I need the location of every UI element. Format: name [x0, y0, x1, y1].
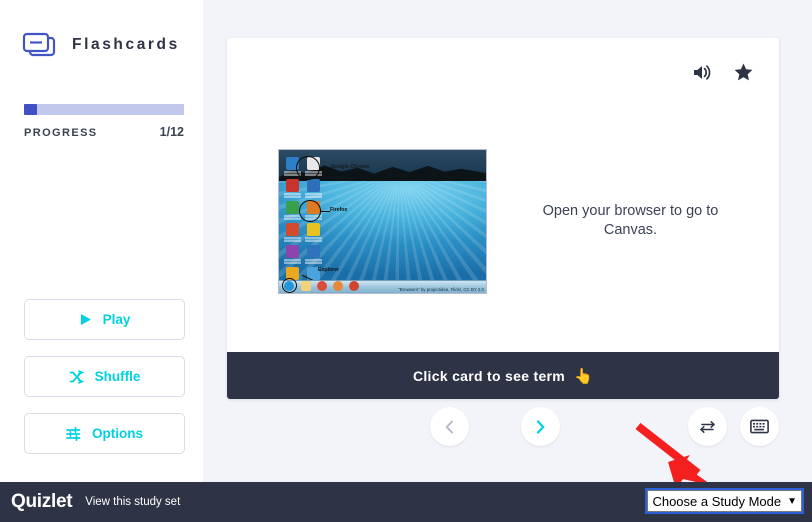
chrome-leader	[320, 167, 331, 169]
flashcards-stack-icon	[22, 32, 56, 58]
sidebar: Flashcards PROGRESS 1/12 Play Shuffle Op…	[0, 0, 203, 482]
quizlet-logo: Quizlet	[11, 491, 73, 512]
firefox-label: Firefox	[330, 206, 348, 213]
firefox-highlight	[299, 199, 321, 222]
card-content: Google Chrome Firefox Explorer "Browsers…	[227, 90, 779, 352]
chrome-label: Google Chrome	[331, 163, 370, 170]
flip-arrows-icon	[700, 420, 715, 433]
chevron-right-icon	[536, 419, 545, 434]
pointing-hand-icon: 👆	[574, 367, 594, 385]
card-controls	[227, 407, 779, 453]
brand: Flashcards	[22, 32, 180, 58]
taskbar-folder-icon	[301, 281, 311, 292]
progress-label: PROGRESS	[24, 127, 98, 139]
star-icon[interactable]	[734, 63, 753, 81]
next-card-button[interactable]	[521, 407, 560, 446]
bottom-bar: Quizlet View this study set Choose a Stu…	[0, 482, 812, 522]
shuffle-button[interactable]: Shuffle	[24, 356, 185, 397]
flip-card-button[interactable]	[688, 407, 727, 446]
page-title: Flashcards	[72, 36, 180, 53]
chevron-down-icon: ▼	[787, 495, 797, 507]
shuffle-icon	[69, 369, 84, 384]
card-image: Google Chrome Firefox Explorer "Browsers…	[278, 148, 487, 294]
progress-fill	[24, 104, 38, 115]
main-area: Google Chrome Firefox Explorer "Browsers…	[203, 0, 812, 482]
utility-buttons	[688, 407, 779, 446]
nav-buttons	[430, 407, 560, 446]
keyboard-icon	[750, 419, 769, 434]
study-mode-dropdown[interactable]: Choose a Study Mode ▼	[645, 488, 804, 514]
speaker-icon[interactable]	[693, 64, 712, 81]
chevron-left-icon	[445, 420, 453, 433]
progress-track	[24, 104, 184, 115]
firefox-leader	[321, 210, 330, 212]
card-tools	[693, 63, 753, 81]
card-flip-prompt-label: Click card to see term	[412, 367, 566, 384]
chrome-highlight	[296, 155, 320, 180]
shuffle-button-label: Shuffle	[94, 369, 141, 384]
card-flip-prompt[interactable]: Click card to see term 👆	[227, 352, 779, 399]
play-icon	[79, 313, 92, 326]
keyboard-shortcuts-button[interactable]	[740, 407, 779, 446]
card-definition-text: Open your browser to go to Canvas.	[542, 203, 719, 238]
options-button-label: Options	[92, 426, 143, 441]
progress-section: PROGRESS 1/12	[24, 104, 184, 139]
sliders-icon	[66, 426, 81, 441]
explorer-label: Explorer	[318, 266, 340, 273]
view-study-set-link[interactable]: View this study set	[85, 496, 180, 508]
play-button-label: Play	[102, 312, 131, 327]
play-button[interactable]: Play	[24, 299, 185, 340]
study-mode-dropdown-value: Choose a Study Mode	[652, 493, 782, 509]
sidebar-actions: Play Shuffle Options	[24, 299, 185, 454]
options-button[interactable]: Options	[24, 413, 185, 454]
progress-count: 1/12	[159, 125, 184, 139]
app-root: Flashcards PROGRESS 1/12 Play Shuffle Op…	[0, 0, 812, 522]
prev-card-button[interactable]	[430, 407, 469, 446]
flashcard[interactable]: Google Chrome Firefox Explorer "Browsers…	[227, 38, 779, 399]
image-caption: "Browsers" by projectidea, Flickr, CC BY…	[398, 287, 484, 293]
